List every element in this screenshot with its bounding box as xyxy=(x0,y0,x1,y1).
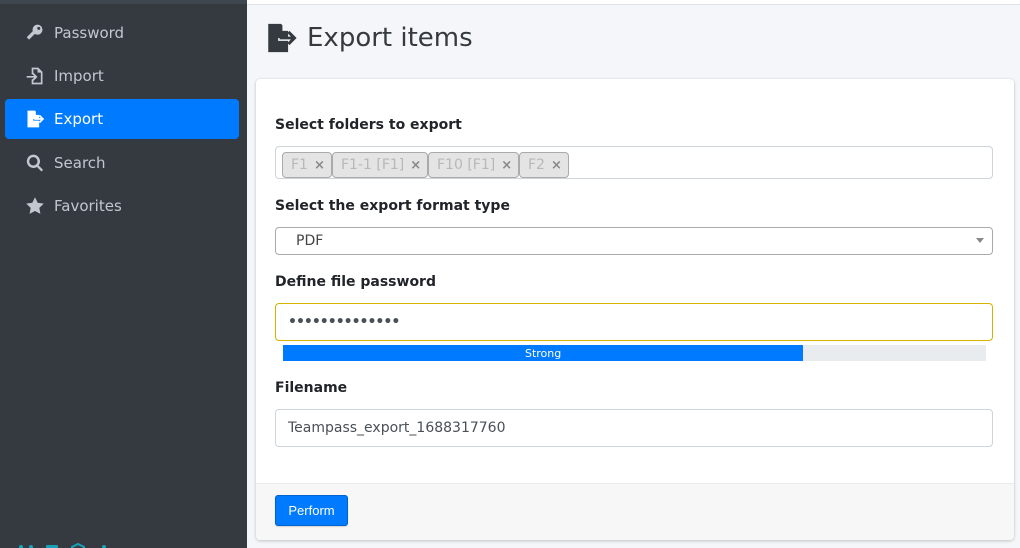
folder-tag[interactable]: F2 × xyxy=(519,152,569,178)
cube-icon[interactable] xyxy=(70,538,86,548)
format-label: Select the export format type xyxy=(275,198,510,214)
sidebar-item-label: Password xyxy=(54,24,125,42)
file-import-icon xyxy=(24,65,46,87)
bug-icon[interactable] xyxy=(96,538,112,548)
file-export-icon xyxy=(263,20,299,56)
sidebar-top-divider xyxy=(0,0,247,4)
folder-tag-label: F1 xyxy=(291,157,308,173)
folder-tag-label: F1-1 [F1] xyxy=(341,157,405,173)
folder-tag[interactable]: F1-1 [F1] × xyxy=(332,152,429,178)
password-label: Define file password xyxy=(275,274,436,290)
filename-label: Filename xyxy=(275,380,348,396)
password-value: •••••••••••••• xyxy=(288,314,400,330)
search-icon xyxy=(24,152,46,174)
sidebar-item-export[interactable]: Export xyxy=(5,99,239,139)
card-footer xyxy=(256,483,1014,540)
file-export-icon xyxy=(24,108,46,130)
sidebar-item-label: Search xyxy=(54,154,106,172)
sidebar-item-password[interactable]: Password xyxy=(5,13,239,53)
star-icon xyxy=(24,195,46,217)
remove-tag-icon[interactable]: × xyxy=(501,158,512,173)
folders-label: Select folders to export xyxy=(275,117,462,133)
password-strength-label: Strong xyxy=(524,346,562,360)
page-title: Export items xyxy=(307,23,473,53)
page-header: Export items xyxy=(263,18,473,58)
sidebar-footer-icons xyxy=(18,538,112,548)
folders-multiselect[interactable]: F1 × F1-1 [F1] × F10 [F1] × F2 × xyxy=(275,146,993,179)
folder-tag-label: F10 [F1] xyxy=(437,157,496,173)
format-select[interactable]: PDF xyxy=(275,227,993,255)
sidebar: Password Import Export Search Favorites xyxy=(0,0,247,548)
sidebar-item-search[interactable]: Search xyxy=(5,143,239,183)
folder-tag[interactable]: F1 × xyxy=(282,152,332,178)
filename-value: Teampass_export_1688317760 xyxy=(288,420,506,436)
remove-tag-icon[interactable]: × xyxy=(314,158,325,173)
sidebar-item-import[interactable]: Import xyxy=(5,56,239,96)
folder-tag[interactable]: F10 [F1] × xyxy=(428,152,520,178)
filename-input[interactable]: Teampass_export_1688317760 xyxy=(275,409,993,447)
folder-tag-label: F2 xyxy=(528,157,545,173)
sidebar-item-favorites[interactable]: Favorites xyxy=(5,186,239,226)
book-icon[interactable] xyxy=(44,538,60,548)
format-select-value: PDF xyxy=(296,233,324,249)
password-strength-meter: Strong xyxy=(283,345,986,361)
perform-button[interactable]: Perform xyxy=(275,495,348,526)
key-icon xyxy=(24,22,46,44)
remove-tag-icon[interactable]: × xyxy=(410,158,421,173)
chevron-down-icon xyxy=(976,238,984,243)
sidebar-item-label: Export xyxy=(54,110,104,128)
users-icon[interactable] xyxy=(18,538,34,548)
file-password-input[interactable]: •••••••••••••• xyxy=(275,303,993,341)
sidebar-item-label: Import xyxy=(54,67,104,85)
content-top-border xyxy=(247,0,1020,5)
remove-tag-icon[interactable]: × xyxy=(551,158,562,173)
sidebar-item-label: Favorites xyxy=(54,197,122,215)
